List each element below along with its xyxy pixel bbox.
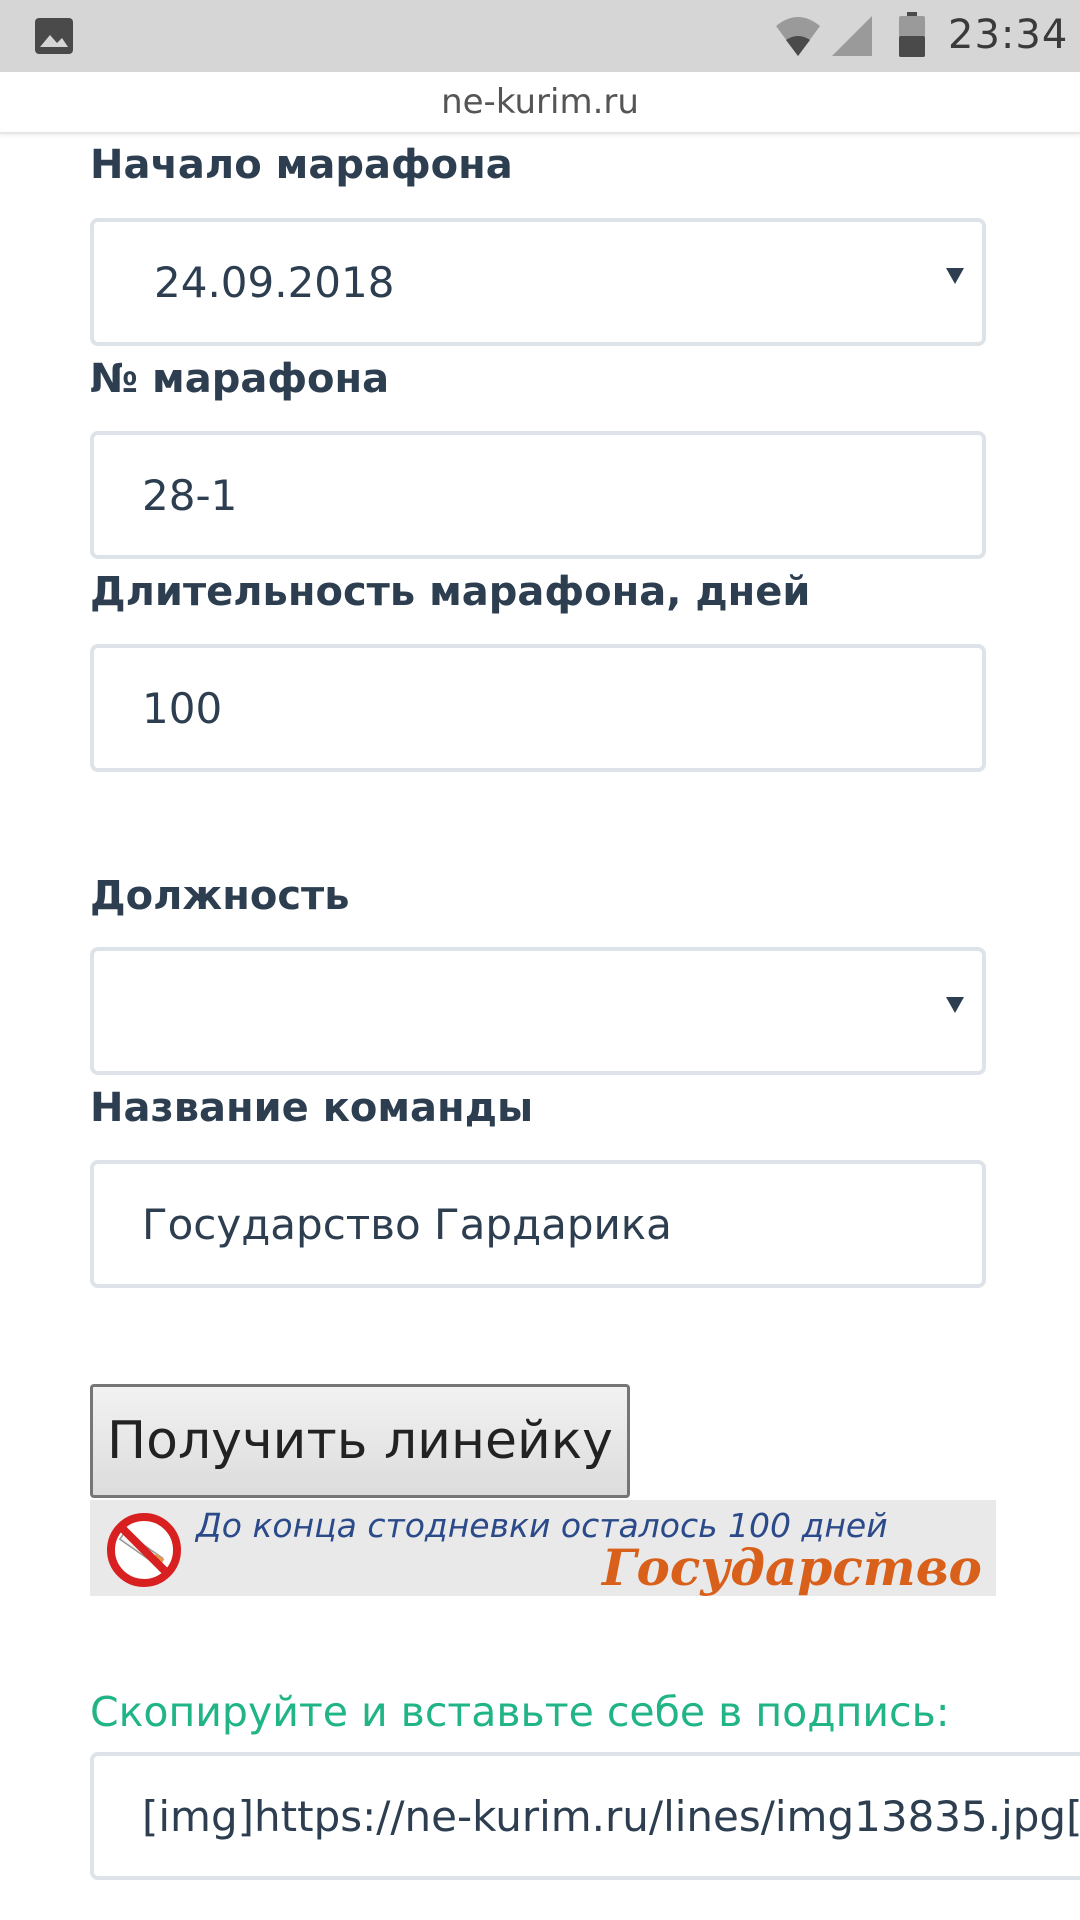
chevron-down-icon bbox=[946, 268, 964, 284]
get-ruler-button[interactable]: Получить линейку bbox=[90, 1384, 630, 1498]
marathon-number-input[interactable]: 28-1 bbox=[90, 431, 986, 559]
status-bar: 23:34 bbox=[0, 0, 1080, 72]
duration-label: Длительность марафона, дней bbox=[90, 569, 811, 615]
battery-icon bbox=[899, 12, 925, 57]
gallery-icon bbox=[35, 18, 73, 54]
team-name-label: Название команды bbox=[90, 1085, 534, 1131]
banner-team-text: Государство Гард bbox=[602, 1538, 996, 1596]
url-bar[interactable]: ne-kurim.ru bbox=[0, 72, 1080, 134]
ruler-banner-image: До конца стодневки осталось 100 дней Гос… bbox=[90, 1500, 996, 1596]
copy-instruction-label: Скопируйте и вставьте себе в подпись: bbox=[90, 1688, 950, 1736]
chevron-down-icon bbox=[946, 997, 964, 1013]
signature-code-value: [img]https://ne-kurim.ru/lines/img13835.… bbox=[142, 1792, 1080, 1841]
duration-input[interactable]: 100 bbox=[90, 644, 986, 772]
no-smoking-icon bbox=[107, 1513, 181, 1587]
position-label: Должность bbox=[90, 873, 350, 919]
marathon-number-label: № марафона bbox=[90, 356, 390, 402]
signal-icon bbox=[832, 16, 872, 56]
duration-value: 100 bbox=[142, 684, 223, 733]
wifi-icon bbox=[776, 17, 820, 56]
start-date-value: 24.09.2018 bbox=[154, 258, 395, 307]
position-select[interactable] bbox=[90, 947, 986, 1075]
start-date-label: Начало марафона bbox=[90, 142, 513, 188]
url-text: ne-kurim.ru bbox=[441, 82, 639, 122]
signature-code-input[interactable]: [img]https://ne-kurim.ru/lines/img13835.… bbox=[90, 1752, 1080, 1880]
status-time: 23:34 bbox=[948, 12, 1069, 58]
start-date-select[interactable]: 24.09.2018 bbox=[90, 218, 986, 346]
team-name-value: Государство Гардарика bbox=[142, 1200, 672, 1249]
team-name-input[interactable]: Государство Гардарика bbox=[90, 1160, 986, 1288]
marathon-number-value: 28-1 bbox=[142, 471, 238, 520]
